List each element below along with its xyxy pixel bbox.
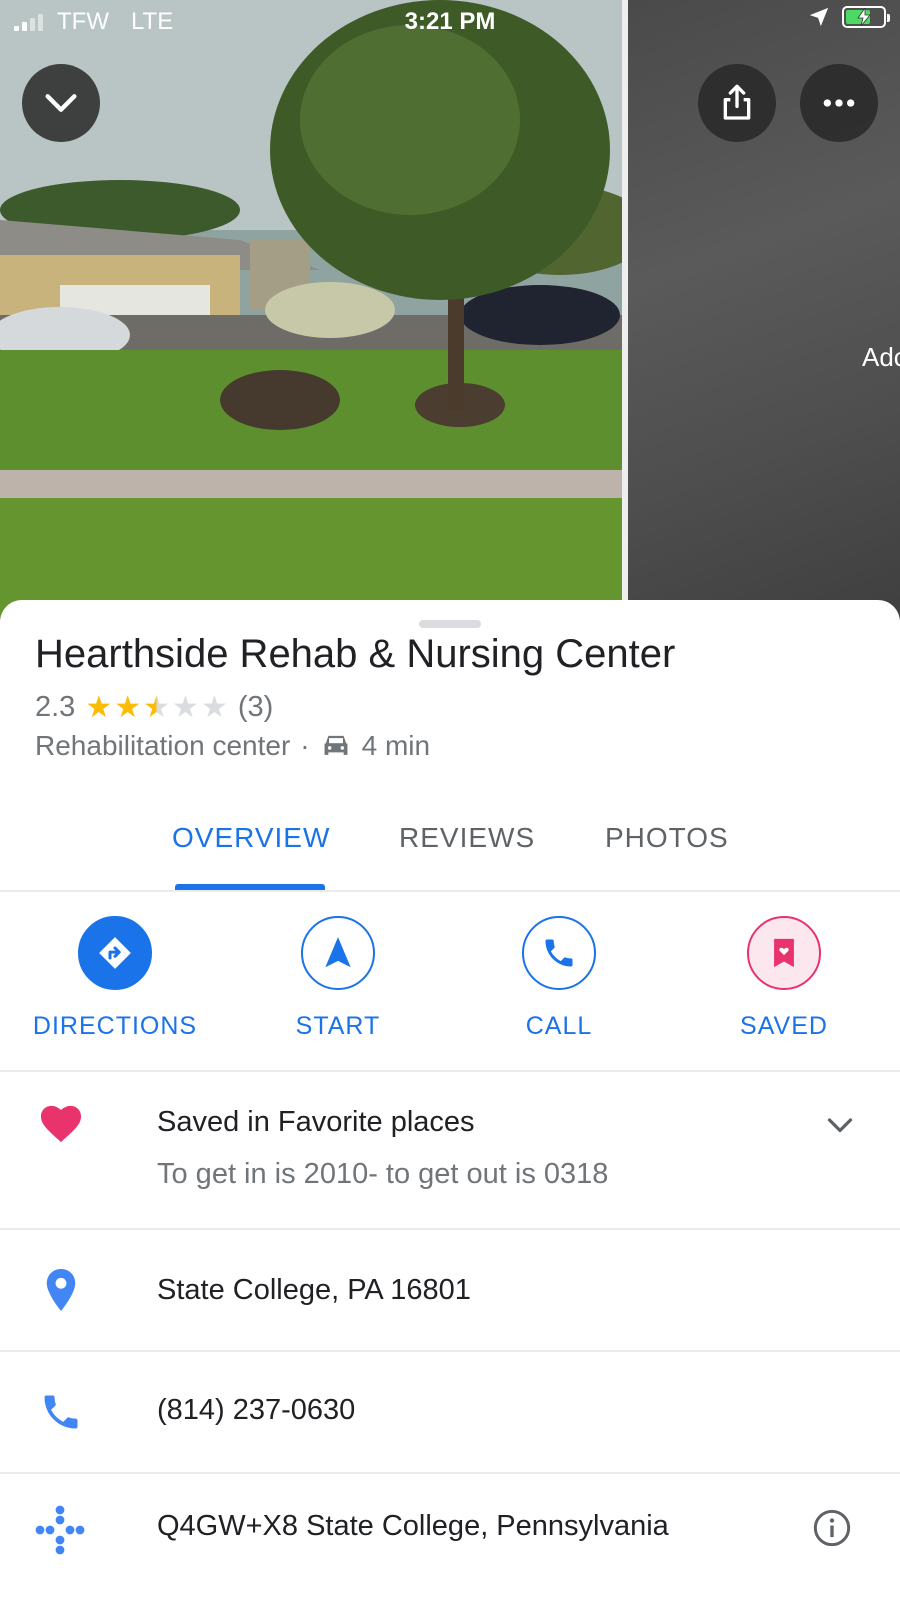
rating-value: 2.3	[35, 691, 76, 723]
phone-row[interactable]: (814) 237-0630	[0, 1352, 900, 1474]
drive-time: 4 min	[361, 730, 431, 761]
collapse-button[interactable]	[22, 64, 100, 142]
directions-icon	[99, 937, 131, 969]
navigation-arrow-icon	[325, 937, 351, 968]
start-button[interactable]: START	[238, 916, 438, 1041]
saved-list-title: Saved in Favorite places	[157, 1106, 475, 1138]
saved-button[interactable]: SAVED	[684, 916, 884, 1041]
star-icon: ★	[172, 691, 199, 724]
chevron-down-icon	[45, 94, 77, 112]
location-arrow-icon	[809, 7, 829, 27]
star-icon: ★	[143, 691, 171, 724]
bookmark-heart-icon	[774, 938, 794, 968]
call-button[interactable]: CALL	[459, 916, 659, 1041]
more-horizontal-icon	[823, 99, 855, 107]
rating-stars: ★ ★ ★ ★ ★	[85, 690, 228, 725]
battery-icon	[842, 6, 890, 28]
heart-icon	[38, 1100, 84, 1146]
phone-icon	[545, 939, 573, 967]
start-label: START	[295, 1012, 381, 1040]
status-right	[808, 6, 890, 28]
tab-overview[interactable]: OVERVIEW	[172, 822, 330, 854]
place-title: Hearthside Rehab & Nursing Center	[35, 632, 676, 676]
star-icon: ★	[200, 691, 228, 724]
phone-icon	[38, 1389, 84, 1435]
saved-label: SAVED	[740, 1012, 828, 1040]
start-circle	[301, 916, 375, 990]
more-options-button[interactable]	[800, 64, 878, 142]
status-bar: TFW LTE 3:21 PM	[0, 0, 900, 44]
expand-chevron-icon[interactable]	[822, 1108, 858, 1144]
charging-bolt-icon	[857, 8, 871, 26]
rating-row[interactable]: 2.3 ★ ★ ★ ★ ★ (3)	[35, 690, 273, 725]
category-row: Rehabilitation center · 4 min	[35, 730, 430, 762]
plus-code-text: Q4GW+X8 State College, Pennsylvania	[157, 1510, 669, 1542]
review-count: (3)	[237, 691, 274, 723]
tab-reviews[interactable]: REVIEWS	[399, 822, 535, 854]
tab-photos[interactable]: PHOTOS	[605, 822, 729, 854]
call-circle	[522, 916, 596, 990]
star-icon: ★	[114, 691, 142, 724]
car-icon	[324, 735, 348, 755]
place-category: Rehabilitation center	[35, 730, 291, 761]
place-details-sheet: Hearthside Rehab & Nursing Center 2.3 ★ ★…	[0, 600, 900, 1600]
active-tab-indicator	[175, 884, 325, 890]
plus-code-row[interactable]: Q4GW+X8 State College, Pennsylvania	[0, 1474, 900, 1600]
directions-label: DIRECTIONS	[32, 1012, 198, 1040]
share-button[interactable]	[698, 64, 776, 142]
call-label: CALL	[525, 1012, 593, 1040]
separator-dot: ·	[300, 730, 310, 761]
address-row[interactable]: State College, PA 16801	[0, 1230, 900, 1352]
address-text: State College, PA 16801	[157, 1274, 471, 1306]
directions-circle	[78, 916, 152, 990]
action-buttons: DIRECTIONS START CALL SAVED	[0, 892, 900, 1072]
saved-list-note: To get in is 2010- to get out is 0318	[157, 1158, 609, 1190]
info-icon[interactable]	[812, 1508, 852, 1548]
plus-code-icon	[32, 1502, 88, 1558]
status-time: 3:21 PM	[404, 8, 496, 35]
saved-circle	[747, 916, 821, 990]
location-pin-icon	[38, 1267, 84, 1313]
phone-text: (814) 237-0630	[157, 1394, 356, 1426]
saved-list-row[interactable]: Saved in Favorite places To get in is 20…	[0, 1070, 900, 1230]
next-photo-label: Adc	[862, 342, 900, 372]
star-icon: ★	[85, 691, 113, 724]
share-icon	[723, 84, 751, 120]
tab-bar: OVERVIEW REVIEWS PHOTOS	[0, 810, 900, 892]
drag-handle[interactable]	[419, 620, 481, 628]
directions-button[interactable]: DIRECTIONS	[15, 916, 215, 1041]
